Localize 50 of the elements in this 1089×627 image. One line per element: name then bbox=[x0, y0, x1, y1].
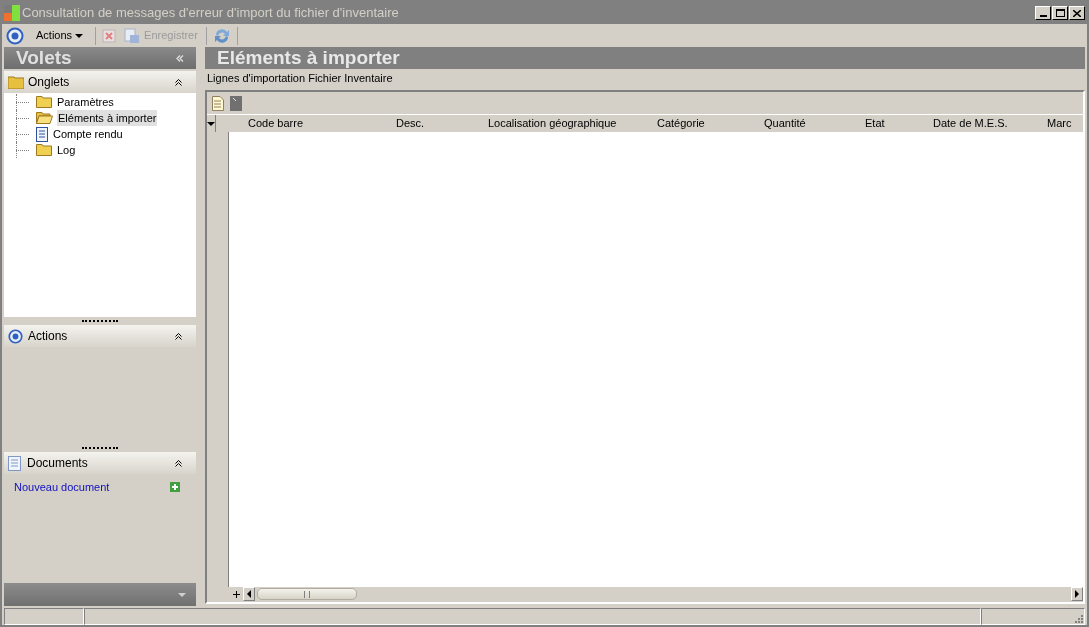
content-subtitle: Lignes d'importation Fichier Inventaire bbox=[207, 71, 393, 85]
dropdown-icon[interactable] bbox=[207, 121, 215, 126]
panel-header[interactable]: Actions bbox=[4, 325, 196, 347]
sidebar-title: Volets bbox=[16, 45, 72, 70]
tree-item[interactable]: Eléments à importer bbox=[57, 109, 158, 127]
collapse-icon[interactable] bbox=[175, 459, 182, 467]
new-document-link[interactable]: Nouveau document bbox=[14, 479, 110, 496]
panel-header[interactable]: Documents bbox=[4, 452, 196, 474]
column-header[interactable]: Date de M.E.S. bbox=[933, 117, 1008, 130]
scroll-right-button[interactable] bbox=[1071, 587, 1083, 601]
tree-item[interactable]: Paramètres bbox=[56, 93, 115, 111]
minimize-button[interactable] bbox=[1035, 6, 1051, 20]
collapse-icon[interactable] bbox=[175, 78, 182, 86]
maximize-button[interactable] bbox=[1052, 6, 1068, 20]
open-folder-icon bbox=[36, 112, 53, 124]
actions-menu[interactable]: Actions bbox=[30, 27, 90, 44]
column-header[interactable]: Localisation géographique bbox=[488, 117, 617, 130]
column-header[interactable]: Quantité bbox=[764, 117, 806, 130]
folder-icon bbox=[8, 75, 24, 89]
document-icon bbox=[36, 126, 48, 142]
column-header[interactable]: Desc. bbox=[396, 117, 425, 130]
folder-icon bbox=[36, 144, 52, 156]
add-icon[interactable] bbox=[170, 482, 180, 493]
save-icon bbox=[124, 27, 141, 44]
close-icon bbox=[1073, 9, 1081, 17]
tree-item[interactable]: Log bbox=[56, 141, 77, 159]
panel-header[interactable]: Onglets bbox=[4, 71, 196, 93]
target-icon[interactable] bbox=[6, 26, 24, 45]
document-icon bbox=[8, 455, 21, 471]
column-header[interactable]: Catégorie bbox=[657, 117, 705, 130]
file-icon[interactable] bbox=[230, 95, 242, 111]
close-button[interactable] bbox=[1069, 6, 1085, 20]
collapse-icon[interactable] bbox=[175, 332, 182, 340]
tree-item[interactable]: Compte rendu bbox=[52, 125, 124, 143]
panel-title: Onglets bbox=[28, 74, 70, 91]
content-title: Eléments à importer bbox=[217, 45, 400, 70]
plus-icon bbox=[232, 590, 240, 598]
column-header[interactable]: Etat bbox=[865, 117, 885, 130]
column-header[interactable]: Marc bbox=[1047, 117, 1072, 130]
resize-grip-icon[interactable] bbox=[1075, 615, 1084, 624]
panel-title: Actions bbox=[28, 328, 68, 345]
column-header[interactable]: Code barre bbox=[248, 117, 304, 130]
scrollbar-thumb[interactable] bbox=[257, 588, 357, 600]
window-title: Consultation de messages d'erreur d'import du fichier d'inventaire bbox=[22, 4, 399, 23]
panel-title: Documents bbox=[27, 455, 88, 472]
note-icon[interactable] bbox=[212, 95, 224, 111]
scroll-left-button[interactable] bbox=[243, 587, 255, 601]
target-icon bbox=[8, 328, 23, 344]
folder-icon bbox=[36, 96, 52, 108]
app-icon bbox=[4, 5, 20, 21]
